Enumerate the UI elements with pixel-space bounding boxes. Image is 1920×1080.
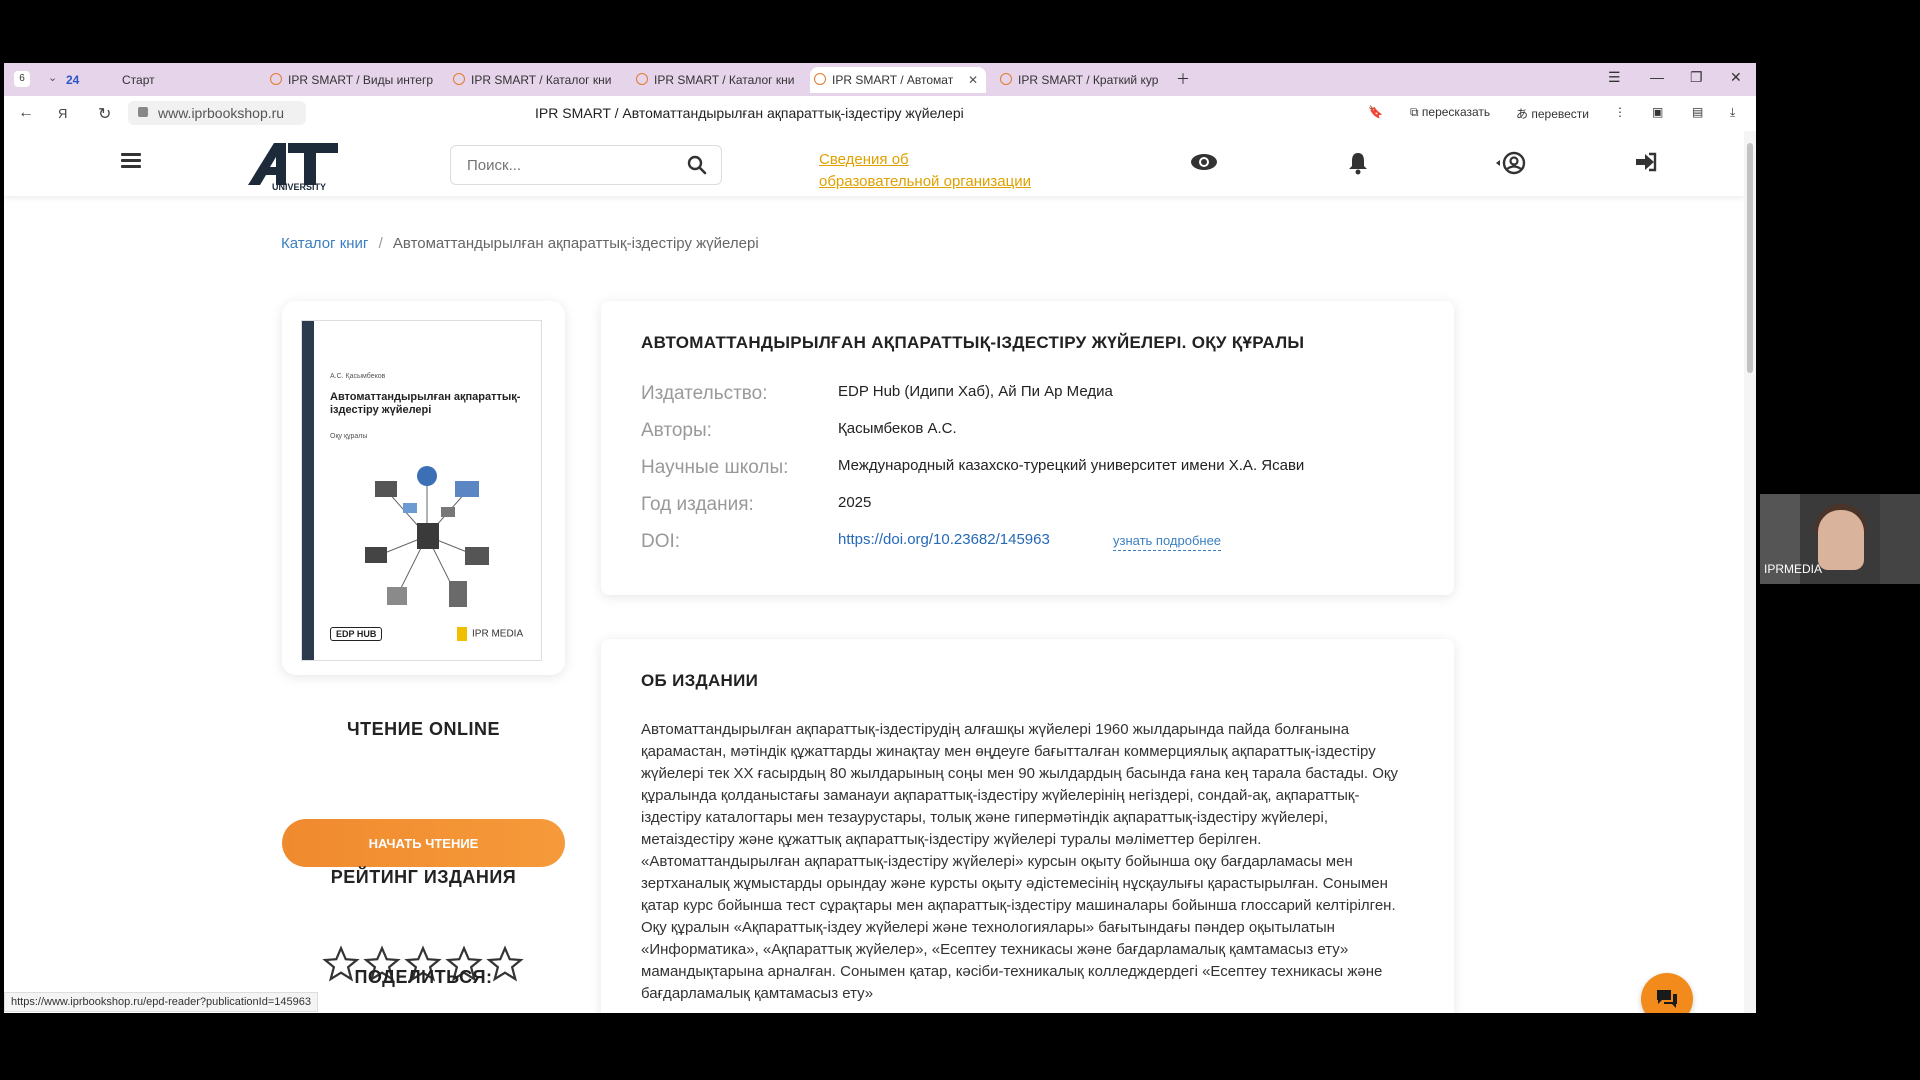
tab-count-badge[interactable]: 6 (14, 71, 30, 87)
lock-icon (138, 107, 148, 117)
logout-icon[interactable] (1634, 151, 1658, 173)
status-url-tooltip: https://www.iprbookshop.ru/epd-reader?pu… (4, 992, 318, 1012)
ipr-favicon-icon (270, 73, 282, 85)
back-icon[interactable]: ← (18, 104, 34, 122)
network-illustration-icon (365, 466, 489, 607)
page-title-display: IPR SMART / Автоматтандырылған ақпаратты… (535, 105, 964, 121)
cover-subtitle: Оқу құралы (330, 433, 368, 440)
authors-value: Қасымбеков А.С. (838, 420, 957, 437)
schools-value: Международный казахско-турецкий универси… (838, 457, 1305, 474)
breadcrumb-separator: / (378, 235, 383, 252)
schools-label: Научные школы: (641, 457, 789, 478)
collections-icon[interactable]: ▣ (1652, 105, 1663, 119)
logo-sub: UNIVERSITY (272, 182, 326, 191)
close-window-icon[interactable]: ✕ (1730, 69, 1742, 86)
cover-author: А.С. Қасымбеков (330, 373, 386, 380)
share-heading: ПОДЕЛИТЬСЯ: (354, 967, 493, 987)
start-reading-button[interactable]: НАЧАТЬ ЧТЕНИЕ (282, 819, 565, 867)
extensions-icon[interactable]: ▤ (1692, 105, 1703, 119)
eye-icon[interactable] (1190, 151, 1218, 173)
cover-title: Автоматтандырылған ақпараттық-іздестіру … (330, 391, 521, 416)
breadcrumb: Каталог книг / Автоматтандырылған ақпара… (281, 235, 759, 252)
search-input[interactable] (465, 156, 669, 175)
rating-heading: РЕЙТИНГ ИЗДАНИЯ (330, 867, 517, 887)
breadcrumb-catalog-link[interactable]: Каталог книг (281, 235, 368, 252)
yandex-icon[interactable]: Я (58, 106, 67, 121)
restore-icon[interactable]: ❐ (1690, 69, 1703, 86)
tab-ipr-3[interactable]: IPR SMART / Каталог кни (632, 67, 808, 93)
year-value: 2025 (838, 494, 872, 511)
cover-publisher-ipr: IPR MEDIA (457, 627, 523, 641)
tabs-dropdown-icon[interactable]: ⌄ (48, 71, 57, 84)
tab-bar: 6 ⌄ 24 Старт IPR SMART / Виды интегр IPR… (4, 63, 1756, 96)
hamburger-menu-icon[interactable] (121, 153, 141, 169)
search-box (450, 145, 722, 185)
breadcrumb-current: Автоматтандырылған ақпараттық-іздестіру … (392, 235, 759, 252)
tab-ipr-1[interactable]: IPR SMART / Виды интегр (266, 67, 442, 93)
at-university-logo[interactable]: UNIVERSITY (244, 139, 350, 191)
user-account-icon[interactable] (1494, 151, 1526, 175)
zen-tab[interactable]: 24 (66, 67, 96, 93)
chat-button[interactable] (1641, 973, 1693, 1013)
browser-window: 6 ⌄ 24 Старт IPR SMART / Виды интегр IPR… (4, 63, 1756, 1013)
org-info-link[interactable]: Сведения об образовательной организации (819, 149, 1031, 193)
about-heading: ОБ ИЗДАНИИ (641, 671, 759, 690)
participant-name: IPRMEDIA (1764, 562, 1823, 576)
ipr-favicon-icon (453, 73, 465, 85)
tab-ipr-2[interactable]: IPR SMART / Каталог кни (449, 67, 625, 93)
new-tab-icon[interactable]: ＋ (1176, 69, 1190, 89)
ipr-media-logo-icon (457, 627, 467, 641)
scrollbar-thumb[interactable] (1747, 143, 1753, 373)
participant-face (1818, 510, 1864, 570)
about-edition-card: ОБ ИЗДАНИИ Автоматтандырылған ақпараттық… (601, 639, 1454, 1013)
tab-start[interactable]: Старт (114, 67, 210, 93)
doi-link[interactable]: https://doi.org/10.23682/145963 (838, 531, 1050, 548)
bookmark-icon[interactable]: 🔖 (1368, 105, 1383, 119)
more-icon[interactable]: ⋮ (1614, 105, 1626, 119)
publisher-value: EDP Hub (Идипи Хаб), Ай Пи Ар Медиа (838, 383, 1113, 400)
address-bar: ← Я ↻ www.iprbookshop.ru IPR SMART / Авт… (4, 96, 1756, 132)
cover-spine (302, 321, 314, 660)
authors-label: Авторы: (641, 420, 712, 441)
url-field[interactable]: www.iprbookshop.ru (128, 101, 306, 125)
cover-publisher-edp: EDP HUB (330, 627, 383, 641)
book-title: АВТОМАТТАНДЫРЫЛҒАН АҚПАРАТТЫҚ-ІЗДЕСТІРУ … (641, 333, 1305, 352)
bell-icon[interactable] (1348, 151, 1368, 175)
book-info-card: АВТОМАТТАНДЫРЫЛҒАН АҚПАРАТТЫҚ-ІЗДЕСТІРУ … (601, 301, 1454, 595)
translate-button[interactable]: あ перевести (1516, 105, 1589, 122)
ipr-favicon-icon (814, 73, 826, 85)
download-icon[interactable]: ⤓ (1730, 105, 1735, 120)
read-online-heading: ЧТЕНИЕ ONLINE (346, 719, 501, 739)
ipr-favicon-icon (1000, 73, 1012, 85)
learn-more-link[interactable]: узнать подробнее (1113, 533, 1222, 551)
minimize-icon[interactable]: — (1650, 69, 1664, 85)
publisher-label: Издательство: (641, 383, 768, 404)
tab-ipr-active[interactable]: IPR SMART / Автомат ✕ (810, 67, 986, 93)
book-cover-card: А.С. Қасымбеков Автоматтандырылған ақпар… (282, 301, 565, 675)
page-scrollbar[interactable] (1744, 131, 1756, 1013)
tab-ipr-5[interactable]: IPR SMART / Краткий кур (996, 67, 1166, 93)
chat-icon (1657, 990, 1677, 1008)
menu-icon[interactable]: ☰ (1608, 69, 1621, 86)
doi-label: DOI: (641, 531, 681, 552)
site-header: UNIVERSITY Сведения обобразовательной ор… (4, 131, 1744, 196)
video-call-thumbnail[interactable]: IPRMEDIA (1760, 494, 1920, 584)
website: UNIVERSITY Сведения обобразовательной ор… (4, 131, 1744, 1013)
about-text: Автоматтандырылған ақпараттық-іздестіруд… (641, 721, 1398, 1002)
year-label: Год издания: (641, 494, 754, 515)
book-cover-image[interactable]: А.С. Қасымбеков Автоматтандырылған ақпар… (301, 320, 542, 661)
ipr-favicon-icon (636, 73, 648, 85)
reload-icon[interactable]: ↻ (98, 104, 111, 124)
retell-button[interactable]: ⧉ пересказать (1410, 105, 1490, 120)
close-tab-icon[interactable]: ✕ (968, 67, 978, 93)
search-icon[interactable] (687, 155, 707, 175)
video-background (1880, 494, 1920, 584)
